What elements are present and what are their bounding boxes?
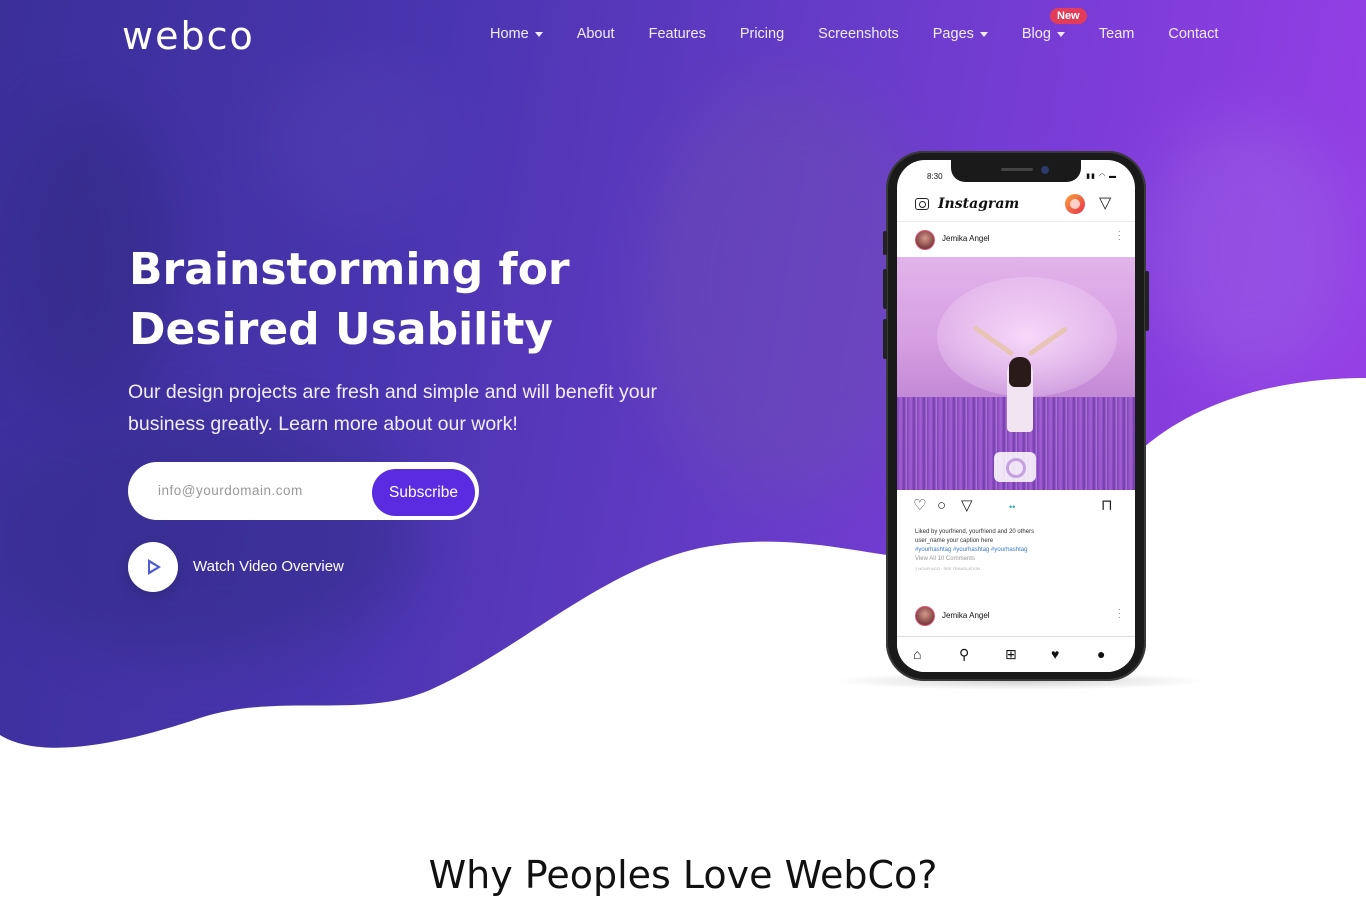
- comment-icon: ○: [937, 497, 947, 514]
- play-icon-inner: [150, 563, 157, 571]
- background-photo-shape: [1150, 120, 1350, 380]
- add-post-icon: ⊞: [1005, 646, 1017, 662]
- nav-contact[interactable]: Contact: [1168, 26, 1218, 44]
- nav-label: Features: [648, 26, 706, 42]
- post-header: Jemika Angel · · ·: [897, 604, 1135, 630]
- caption-text: user_name your caption here: [915, 538, 994, 544]
- signal-battery-icon: ▮▮ ◠ ▬: [1086, 173, 1117, 180]
- phone-side-button: [883, 319, 887, 359]
- home-icon: ⌂: [913, 646, 922, 662]
- new-badge: New: [1050, 8, 1087, 24]
- section-title: Why Peoples Love WebCo?: [428, 853, 938, 897]
- nav-label: Contact: [1168, 26, 1219, 42]
- subscribe-button[interactable]: Subscribe: [372, 469, 475, 516]
- bookmark-icon: ⊓: [1101, 497, 1113, 514]
- likes-text: Liked by yourfriend, yourfriend and 20 o…: [915, 529, 1035, 535]
- nav-about[interactable]: About: [577, 26, 615, 44]
- carousel-dots-icon: ••: [1009, 502, 1016, 512]
- hero-headline: Brainstorming for Desired Usability: [129, 240, 689, 360]
- comments-link: View All 10 Comments: [915, 556, 975, 562]
- phone-screen: 8:30 ▮▮ ◠ ▬ Instagram ▽ Jemika Angel · · ·: [897, 160, 1135, 672]
- nav-label: Home: [490, 26, 529, 42]
- app-header: Instagram ▽: [897, 190, 1135, 222]
- headline-line: Brainstorming for: [129, 244, 570, 295]
- translation-link: 1 HOUR AGO · SEE TRANSLATION: [915, 566, 981, 571]
- more-icon: · · ·: [1117, 226, 1121, 245]
- chevron-down-icon: [534, 31, 543, 37]
- nav-label: Pricing: [739, 26, 785, 42]
- nav-label: Blog: [1021, 26, 1051, 42]
- hero-section: webco Home About Features Pricing Screen…: [0, 0, 1366, 760]
- phone-mockup: 8:30 ▮▮ ◠ ▬ Instagram ▽ Jemika Angel · · ·: [883, 151, 1149, 681]
- nav-pricing[interactable]: Pricing: [740, 26, 784, 44]
- nav-pages[interactable]: Pages: [933, 26, 988, 44]
- front-camera: [1041, 166, 1049, 174]
- speaker: [1001, 168, 1033, 171]
- send-icon: ▽: [1099, 195, 1112, 212]
- search-icon: ⚲: [959, 646, 970, 662]
- background-photo-shape: [260, 60, 460, 220]
- nav-label: Screenshots: [818, 26, 899, 42]
- camera-icon: [994, 452, 1036, 482]
- app-bottom-nav: ⌂ ⚲ ⊞ ♥ ●: [897, 636, 1135, 672]
- nav-team[interactable]: Team: [1099, 26, 1134, 44]
- nav-label: Team: [1098, 26, 1135, 42]
- more-icon: · · ·: [1117, 604, 1121, 623]
- nav-label: Pages: [932, 26, 974, 42]
- nav-blog[interactable]: Blog: [1022, 26, 1065, 44]
- headline-line: Desired Usability: [129, 304, 554, 355]
- phone-side-button: [883, 269, 887, 309]
- brand-logo[interactable]: webco: [122, 17, 255, 55]
- heart-icon: ♥: [1051, 646, 1060, 662]
- play-video-button[interactable]: [128, 542, 178, 592]
- hashtags: #yourhashtag #yourhashtag #yourhashtag: [915, 547, 1028, 553]
- main-nav: Home About Features Pricing Screenshots …: [490, 26, 1252, 44]
- profile-icon: ●: [1097, 646, 1106, 662]
- post-actions: ♡ ○ ▽ •• ⊓: [897, 498, 1135, 518]
- phone-notch: [951, 160, 1081, 182]
- post-username: Jemika Angel: [942, 611, 990, 620]
- phone-side-button: [1145, 271, 1149, 331]
- email-input[interactable]: [158, 483, 358, 498]
- avatar: [915, 606, 935, 626]
- nav-label: About: [576, 26, 615, 42]
- photo-figure: [1009, 357, 1031, 387]
- nav-screenshots[interactable]: Screenshots: [818, 26, 899, 44]
- post-photo: [897, 257, 1135, 490]
- camera-icon: [915, 198, 929, 210]
- status-time: 8:30: [927, 172, 943, 181]
- story-icon: [1065, 194, 1085, 214]
- hero-subtext: Our design projects are fresh and simple…: [128, 381, 657, 435]
- nav-features[interactable]: Features: [649, 26, 706, 44]
- post-caption: Liked by yourfriend, yourfriend and 20 o…: [915, 528, 1125, 573]
- share-icon: ▽: [961, 497, 973, 514]
- phone-side-button: [883, 231, 887, 255]
- nav-home[interactable]: Home: [490, 26, 543, 44]
- post-header: Jemika Angel · · ·: [897, 224, 1135, 256]
- heart-icon: ♡: [913, 497, 927, 514]
- avatar: [915, 230, 935, 250]
- subscribe-form: Subscribe: [128, 462, 479, 520]
- post-username: Jemika Angel: [942, 234, 990, 243]
- watch-video-link[interactable]: Watch Video Overview: [193, 558, 344, 575]
- app-title: Instagram: [938, 196, 1020, 212]
- chevron-down-icon: [1056, 31, 1065, 37]
- chevron-down-icon: [979, 31, 988, 37]
